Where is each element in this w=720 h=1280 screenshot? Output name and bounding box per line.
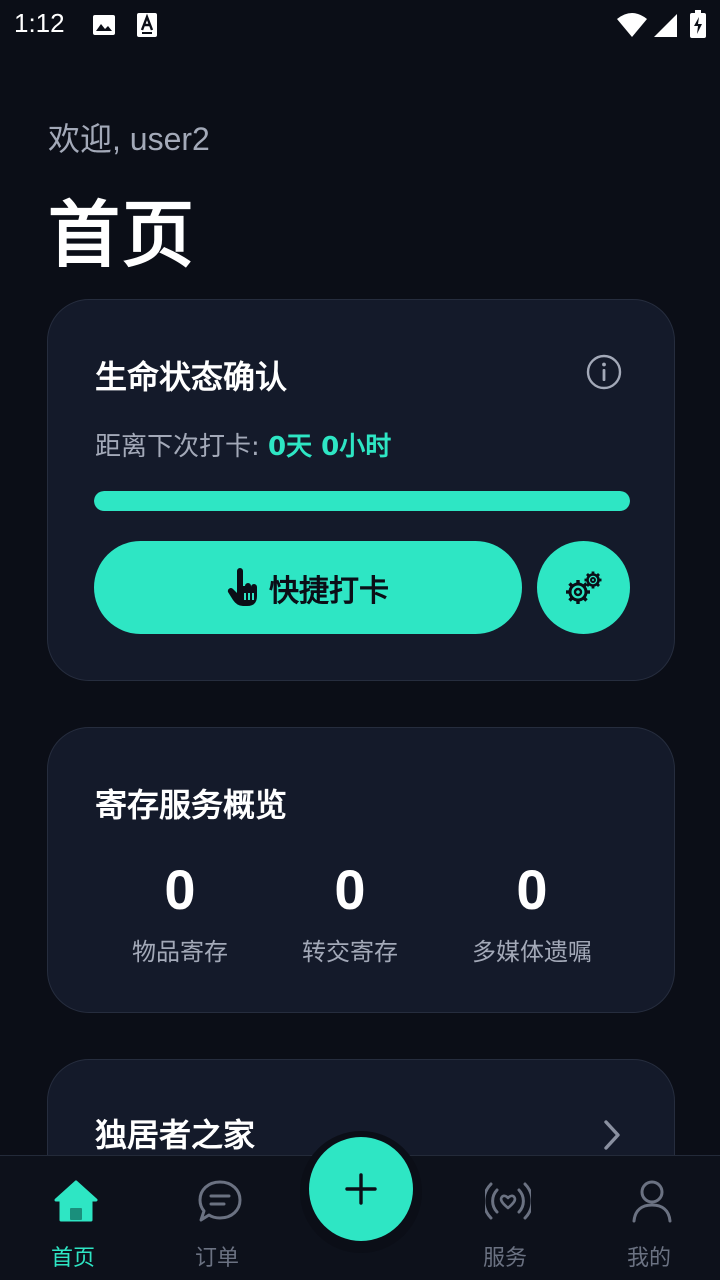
solo-living-home-title: 独居者之家 bbox=[95, 1116, 256, 1154]
stat-label: 多媒体遗嘱 bbox=[472, 938, 592, 966]
life-status-card: 生命状态确认 距离下次打卡: 0天 0小时 快捷打卡 bbox=[47, 299, 675, 681]
nav-label-services: 服务 bbox=[482, 1246, 527, 1271]
font-notification-icon bbox=[137, 13, 157, 37]
countdown-label: 距离下次打卡: bbox=[95, 432, 269, 462]
nav-label-home: 首页 bbox=[50, 1246, 95, 1271]
plus-icon bbox=[345, 1173, 377, 1205]
storage-overview-card: 寄存服务概览 0 物品寄存 0 转交寄存 0 多媒体遗嘱 bbox=[47, 727, 675, 1013]
quick-checkin-label: 快捷打卡 bbox=[269, 573, 389, 609]
info-icon[interactable] bbox=[586, 354, 622, 390]
stat-item-transfer[interactable]: 0 转交寄存 bbox=[302, 858, 398, 967]
status-bar: 1:12 bbox=[0, 0, 720, 48]
checkin-progress-fill bbox=[94, 491, 630, 511]
nav-item-home[interactable]: 首页 bbox=[13, 1156, 133, 1280]
add-button[interactable] bbox=[309, 1137, 413, 1241]
stat-item-storage[interactable]: 0 物品寄存 bbox=[132, 858, 228, 967]
checkin-settings-button[interactable] bbox=[537, 541, 630, 634]
stat-value: 0 bbox=[516, 858, 548, 921]
wifi-icon bbox=[617, 13, 647, 37]
signal-icon bbox=[654, 14, 677, 37]
broadcast-heart-icon bbox=[485, 1182, 531, 1220]
welcome-text: 欢迎, user2 bbox=[48, 121, 210, 157]
nav-label-orders: 订单 bbox=[194, 1246, 239, 1271]
user-icon bbox=[632, 1180, 672, 1223]
checkin-countdown: 距离下次打卡: 0天 0小时 bbox=[95, 426, 391, 463]
countdown-value: 0天 0小时 bbox=[268, 432, 392, 462]
nav-label-profile: 我的 bbox=[626, 1246, 671, 1271]
quick-checkin-button[interactable]: 快捷打卡 bbox=[94, 541, 522, 634]
gears-icon bbox=[565, 571, 601, 604]
battery-charging-icon bbox=[690, 10, 706, 38]
pointing-hand-icon bbox=[227, 567, 257, 606]
nav-item-profile[interactable]: 我的 bbox=[589, 1156, 709, 1280]
image-notification-icon bbox=[93, 15, 115, 35]
home-icon bbox=[54, 1180, 98, 1222]
status-time: 1:12 bbox=[14, 8, 65, 38]
nav-item-orders[interactable]: 订单 bbox=[157, 1156, 277, 1280]
stat-label: 物品寄存 bbox=[132, 938, 228, 966]
stat-item-media-will[interactable]: 0 多媒体遗嘱 bbox=[472, 858, 592, 967]
storage-stats: 0 物品寄存 0 转交寄存 0 多媒体遗嘱 bbox=[48, 858, 676, 978]
page-title: 首页 bbox=[48, 193, 197, 277]
stat-value: 0 bbox=[334, 858, 366, 921]
nav-item-services[interactable]: 服务 bbox=[445, 1156, 565, 1280]
life-status-title: 生命状态确认 bbox=[95, 358, 288, 396]
home-screen: 1:12 欢迎, user2 首页 生命状态确认 距离下次打卡: 0天 0小时 … bbox=[0, 0, 720, 1280]
chevron-right-icon bbox=[604, 1120, 620, 1150]
chat-icon bbox=[198, 1180, 242, 1222]
stat-value: 0 bbox=[164, 858, 196, 921]
stat-label: 转交寄存 bbox=[302, 938, 398, 966]
storage-overview-title: 寄存服务概览 bbox=[95, 786, 288, 824]
checkin-progress-bar bbox=[94, 491, 630, 511]
